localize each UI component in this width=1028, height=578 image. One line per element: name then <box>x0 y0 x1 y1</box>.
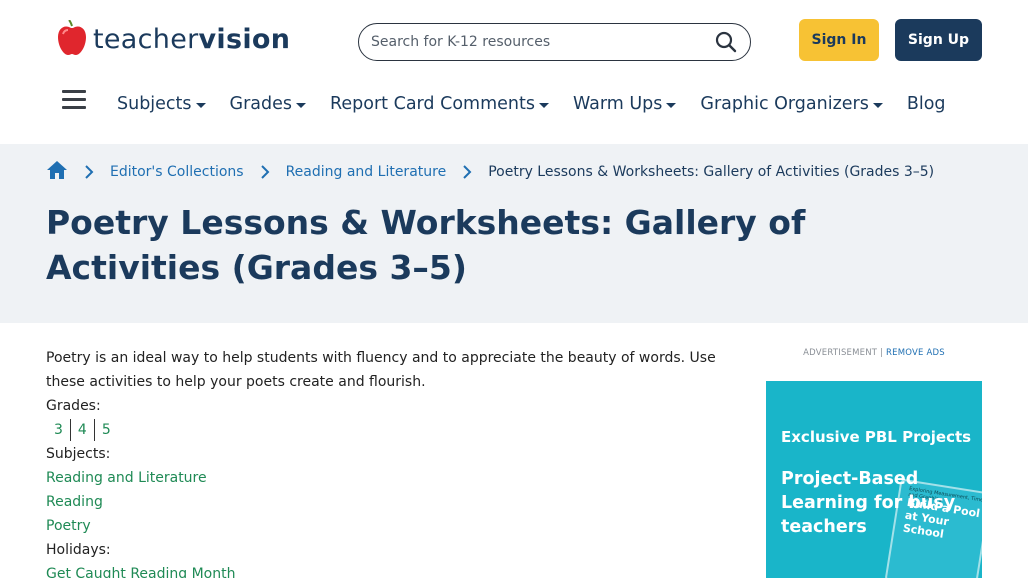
nav-report-card-comments[interactable]: Report Card Comments <box>330 94 549 114</box>
subject-link[interactable]: Reading and Literature <box>46 466 716 490</box>
nav-label: Grades <box>229 94 293 114</box>
breadcrumb-editors-collections[interactable]: Editor's Collections <box>110 164 244 180</box>
chevron-right-icon <box>253 165 277 179</box>
nav-subjects[interactable]: Subjects <box>117 94 206 114</box>
main-nav: Subjects Grades Report Card Comments War… <box>117 91 970 117</box>
breadcrumb-reading-and-literature[interactable]: Reading and Literature <box>286 164 447 180</box>
logo-word-teacher: teacher <box>93 23 199 55</box>
search-box <box>358 23 751 61</box>
grade-link[interactable]: 5 <box>93 419 118 441</box>
ad-headline: Exclusive PBL Projects <box>781 428 972 446</box>
logo-wordmark: teachervision <box>93 26 290 53</box>
intro-text: Poetry is an ideal way to help students … <box>46 350 716 390</box>
apple-icon <box>58 20 86 55</box>
holiday-link[interactable]: Get Caught Reading Month <box>46 562 716 578</box>
nav-graphic-organizers[interactable]: Graphic Organizers <box>700 94 883 114</box>
nav-label: Report Card Comments <box>330 94 535 114</box>
ad-subhead: Project-Based Learning for busy teachers <box>781 469 956 537</box>
search-input[interactable] <box>371 34 714 50</box>
nav-grades[interactable]: Grades <box>229 94 307 114</box>
search-icon[interactable] <box>714 30 738 54</box>
home-icon[interactable] <box>46 160 68 184</box>
caret-down-icon <box>538 102 549 108</box>
caret-down-icon <box>872 102 883 108</box>
site-logo[interactable]: teachervision <box>57 20 290 58</box>
caret-down-icon <box>195 102 206 108</box>
subject-link[interactable]: Poetry <box>46 514 716 538</box>
sign-up-button[interactable]: Sign Up <box>895 19 982 61</box>
breadcrumb-current: Poetry Lessons & Worksheets: Gallery of … <box>488 164 935 180</box>
advertisement-label: ADVERTISEMENT | REMOVE ADS <box>766 348 982 358</box>
menu-icon[interactable] <box>62 90 86 112</box>
breadcrumb: Editor's Collections Reading and Literat… <box>46 160 934 184</box>
chevron-right-icon <box>455 165 479 179</box>
caret-down-icon <box>666 102 677 108</box>
remove-ads-link[interactable]: REMOVE ADS <box>886 348 945 358</box>
subject-link[interactable]: Reading <box>46 490 716 514</box>
grade-link[interactable]: 3 <box>52 419 70 441</box>
caret-down-icon <box>296 102 307 108</box>
advertisement-banner[interactable]: Exclusive PBL Projects Exploring Measure… <box>766 381 982 578</box>
sign-in-button[interactable]: Sign In <box>799 19 879 61</box>
chevron-right-icon <box>77 165 101 179</box>
grades-list: 3 4 5 <box>46 418 716 442</box>
ad-label-text: ADVERTISEMENT | <box>803 348 884 358</box>
holidays-label: Holidays: <box>46 542 111 558</box>
nav-label: Graphic Organizers <box>700 94 869 114</box>
page-hero: Editor's Collections Reading and Literat… <box>0 144 1028 323</box>
grade-link[interactable]: 4 <box>69 419 94 441</box>
site-header: teachervision Sign In Sign Up Subjects G… <box>0 0 1028 144</box>
nav-label: Blog <box>906 94 946 114</box>
nav-label: Subjects <box>117 94 192 114</box>
subjects-label: Subjects: <box>46 446 111 462</box>
logo-word-vision: vision <box>198 23 291 55</box>
nav-warm-ups[interactable]: Warm Ups <box>572 94 677 114</box>
grades-label: Grades: <box>46 398 101 414</box>
main-content: Poetry is an ideal way to help students … <box>46 346 716 578</box>
nav-label: Warm Ups <box>572 94 663 114</box>
nav-blog[interactable]: Blog <box>907 94 946 114</box>
page-title: Poetry Lessons & Worksheets: Gallery of … <box>46 203 806 287</box>
